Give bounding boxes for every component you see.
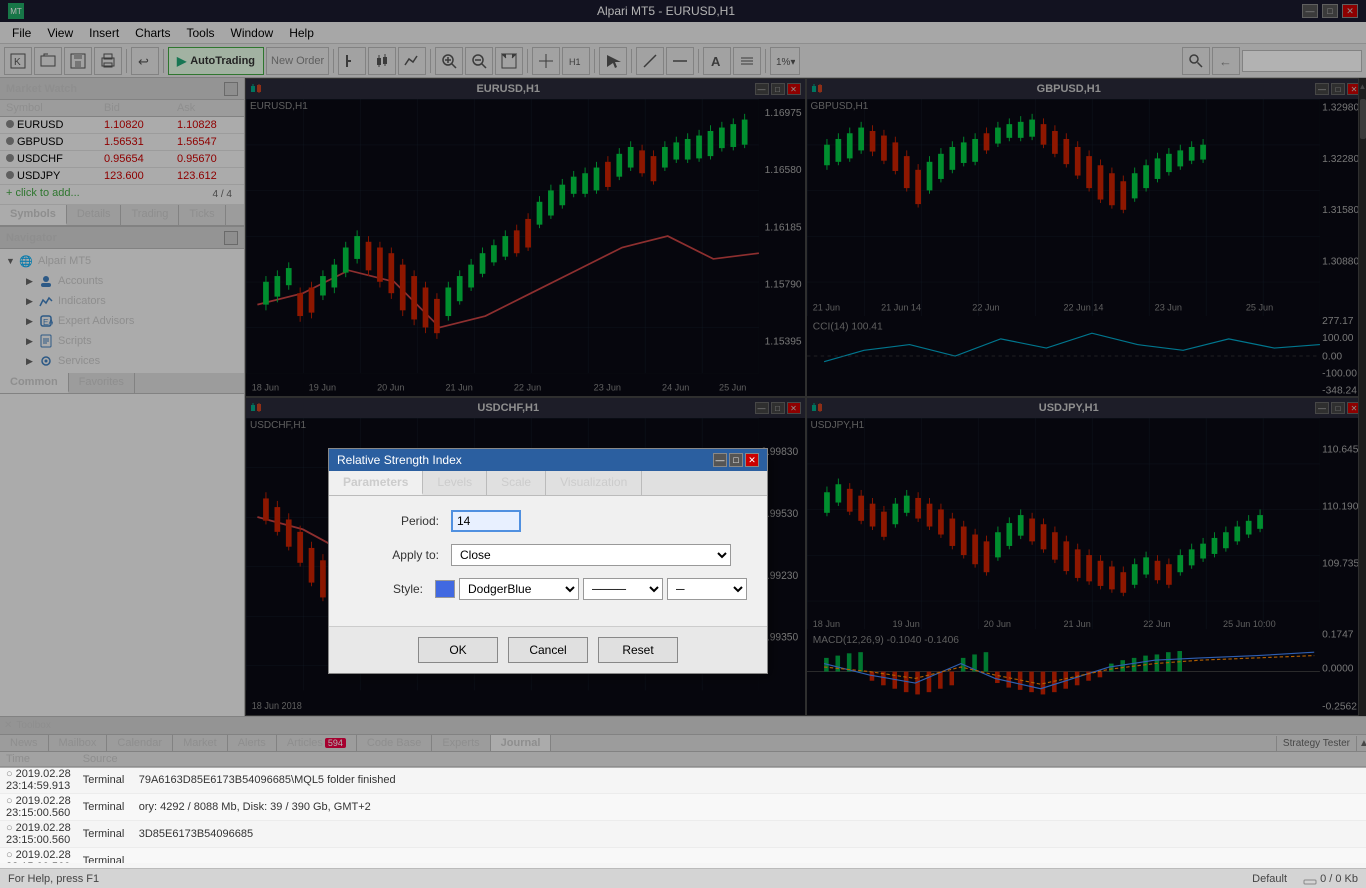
- modal-window-controls: — □ ✕: [713, 453, 759, 467]
- modal-tab-visualization[interactable]: Visualization: [546, 471, 642, 495]
- log-row-1: ○2019.02.28 23:14:59.913 Terminal 79A616…: [0, 767, 1366, 794]
- period-input[interactable]: [451, 510, 521, 532]
- style-controls: DodgerBlue Red Green ──── - - - · · · ─ …: [435, 578, 747, 600]
- log-time-3: ○2019.02.28 23:15:00.560: [0, 821, 77, 848]
- log-table: Time Source ○2019.02.28 23:14:59.913 Ter…: [0, 752, 1366, 863]
- statusbar-profile: Default: [1252, 873, 1287, 885]
- log-msg-1: 79A6163D85E6173B54096685\MQL5 folder fin…: [133, 767, 1366, 794]
- log-row-4: ○2019.02.28 23:15:00.560 Terminal: [0, 848, 1366, 864]
- statusbar-right: Default 0 / 0 Kb: [1252, 872, 1358, 886]
- apply-to-row: Apply to: Close Open High Low Median Pri…: [349, 544, 747, 566]
- style-row: Style: DodgerBlue Red Green ──── - - - ·…: [349, 578, 747, 600]
- log-source-1: Terminal: [77, 767, 133, 794]
- log-source-4: Terminal: [77, 848, 133, 864]
- log-time-4: ○2019.02.28 23:15:00.560: [0, 848, 77, 864]
- log-msg-3: 3D85E6173B54096685: [133, 821, 1366, 848]
- modal-overlay: Relative Strength Index — □ ✕ Parameters…: [0, 0, 1366, 768]
- modal-tabs: Parameters Levels Scale Visualization: [329, 471, 767, 496]
- modal-body: Period: Apply to: Close Open High Low Me…: [329, 496, 767, 626]
- log-row-3: ○2019.02.28 23:15:00.560 Terminal 3D85E6…: [0, 821, 1366, 848]
- apply-to-label: Apply to:: [349, 548, 439, 562]
- modal-maximize-button[interactable]: □: [729, 453, 743, 467]
- modal-close-button[interactable]: ✕: [745, 453, 759, 467]
- style-line-select[interactable]: ──── - - - · · ·: [583, 578, 663, 600]
- log-source-2: Terminal: [77, 794, 133, 821]
- modal-cancel-button[interactable]: Cancel: [508, 637, 588, 663]
- style-width-select[interactable]: ─ ── ───: [667, 578, 747, 600]
- style-color-select[interactable]: DodgerBlue Red Green: [459, 578, 579, 600]
- style-label: Style:: [349, 582, 423, 596]
- modal-titlebar: Relative Strength Index — □ ✕: [329, 449, 767, 471]
- statusbar-disk: 0 / 0 Kb: [1303, 872, 1358, 886]
- log-msg-2: ory: 4292 / 8088 Mb, Disk: 39 / 390 Gb, …: [133, 794, 1366, 821]
- log-source-3: Terminal: [77, 821, 133, 848]
- log-msg-4: [133, 848, 1366, 864]
- log-row-2: ○2019.02.28 23:15:00.560 Terminal ory: 4…: [0, 794, 1366, 821]
- statusbar-help: For Help, press F1: [8, 873, 99, 885]
- modal-minimize-button[interactable]: —: [713, 453, 727, 467]
- log-time-1: ○2019.02.28 23:14:59.913: [0, 767, 77, 794]
- log-time-2: ○2019.02.28 23:15:00.560: [0, 794, 77, 821]
- modal-tab-levels[interactable]: Levels: [423, 471, 487, 495]
- log-content: Time Source ○2019.02.28 23:14:59.913 Ter…: [0, 752, 1366, 863]
- modal-reset-button[interactable]: Reset: [598, 637, 678, 663]
- modal-title: Relative Strength Index: [337, 453, 462, 467]
- modal-ok-button[interactable]: OK: [418, 637, 498, 663]
- modal-tab-parameters[interactable]: Parameters: [329, 471, 423, 495]
- modal-tab-scale[interactable]: Scale: [487, 471, 546, 495]
- rsi-dialog: Relative Strength Index — □ ✕ Parameters…: [328, 448, 768, 674]
- apply-to-select[interactable]: Close Open High Low Median Price Typical…: [451, 544, 731, 566]
- statusbar: For Help, press F1 Default 0 / 0 Kb: [0, 868, 1366, 888]
- modal-footer: OK Cancel Reset: [329, 626, 767, 673]
- style-color-box[interactable]: [435, 580, 455, 598]
- period-row: Period:: [349, 510, 747, 532]
- period-label: Period:: [349, 514, 439, 528]
